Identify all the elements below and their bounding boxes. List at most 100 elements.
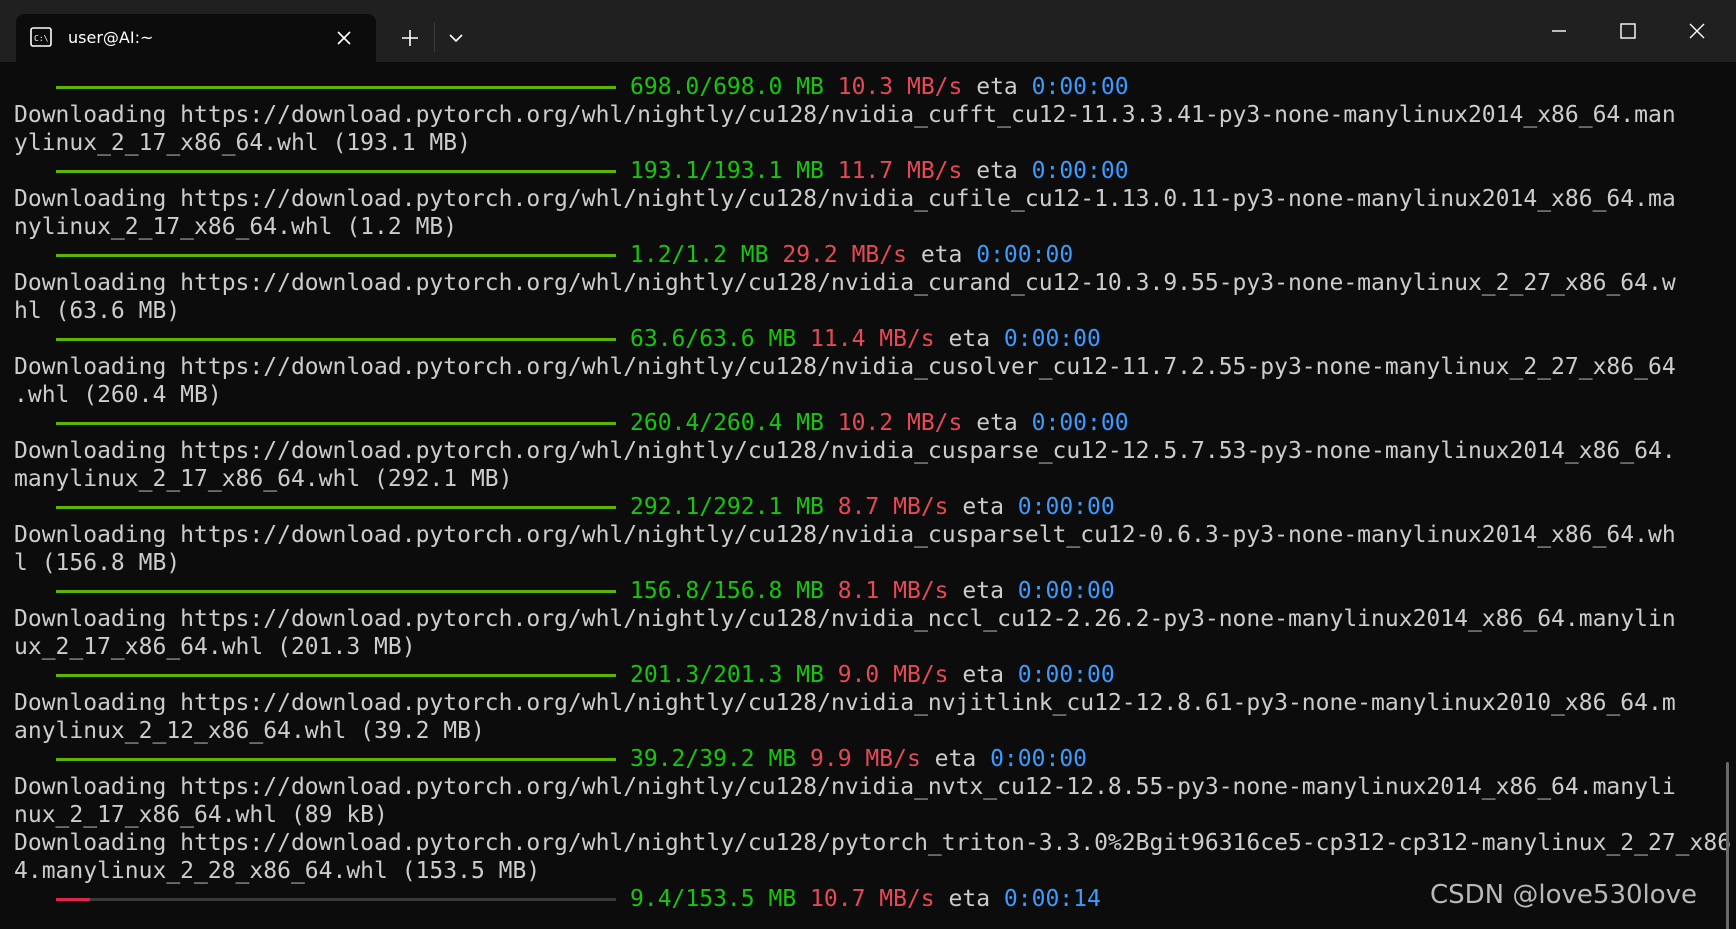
progress-bar — [56, 254, 616, 257]
progress-eta-label: eta — [962, 494, 1004, 520]
progress-stats: 193.1/193.1 MB 11.7 MB/s eta 0:00:00 — [630, 157, 1129, 185]
progress-line: 39.2/39.2 MB 9.9 MB/s eta 0:00:00 — [14, 745, 1730, 773]
watermark: CSDN @love530love — [1430, 880, 1698, 910]
progress-line: 698.0/698.0 MB 10.3 MB/s eta 0:00:00 — [14, 73, 1730, 101]
download-line: Downloading https://download.pytorch.org… — [14, 774, 1676, 800]
download-line: Downloading https://download.pytorch.org… — [14, 606, 1676, 632]
tab-separator — [434, 22, 435, 52]
chevron-down-icon[interactable] — [442, 24, 470, 52]
progress-line: 156.8/156.8 MB 8.1 MB/s eta 0:00:00 — [14, 577, 1730, 605]
download-line: Downloading https://download.pytorch.org… — [14, 186, 1676, 212]
progress-bar-fill — [56, 506, 616, 509]
close-tab-icon[interactable] — [332, 26, 356, 50]
progress-bar — [56, 590, 616, 593]
download-line: ylinux_2_17_x86_64.whl (193.1 MB) — [14, 130, 471, 156]
progress-stats: 1.2/1.2 MB 29.2 MB/s eta 0:00:00 — [630, 241, 1073, 269]
progress-size: 39.2/39.2 MB — [630, 746, 797, 772]
terminal-tab[interactable]: C:\ user@AI:~ — [16, 14, 376, 62]
terminal-output[interactable]: 698.0/698.0 MB 10.3 MB/s eta 0:00:00 Down… — [0, 62, 1730, 929]
progress-bar — [56, 506, 616, 509]
maximize-icon[interactable] — [1613, 16, 1643, 46]
download-line: Downloading https://download.pytorch.org… — [14, 438, 1676, 464]
progress-bar — [56, 674, 616, 677]
progress-eta: 0:00:00 — [1003, 326, 1101, 352]
progress-eta-label: eta — [934, 746, 977, 772]
progress-eta-label: eta — [976, 410, 1018, 436]
title-bar: C:\ user@AI:~ — [0, 0, 1736, 62]
progress-bar-fill — [56, 170, 616, 173]
progress-line: 1.2/1.2 MB 29.2 MB/s eta 0:00:00 — [14, 241, 1730, 269]
progress-line: 292.1/292.1 MB 8.7 MB/s eta 0:00:00 — [14, 493, 1730, 521]
progress-bar-fill — [56, 758, 616, 761]
progress-eta-label: eta — [948, 886, 991, 912]
tab-title: user@AI:~ — [68, 28, 154, 47]
progress-eta: 0:00:00 — [1031, 74, 1129, 100]
progress-eta: 0:00:00 — [1017, 662, 1115, 688]
progress-stats: 698.0/698.0 MB 10.3 MB/s eta 0:00:00 — [630, 73, 1129, 101]
progress-line: 193.1/193.1 MB 11.7 MB/s eta 0:00:00 — [14, 157, 1730, 185]
progress-stats: 260.4/260.4 MB 10.2 MB/s eta 0:00:00 — [630, 409, 1129, 437]
download-line: anylinux_2_12_x86_64.whl (39.2 MB) — [14, 718, 485, 744]
progress-size: 193.1/193.1 MB — [630, 158, 824, 184]
progress-size: 698.0/698.0 MB — [630, 74, 824, 100]
progress-speed: 11.7 MB/s — [837, 158, 963, 184]
minimize-icon[interactable] — [1544, 16, 1574, 46]
progress-bar — [56, 758, 616, 761]
progress-stats: 292.1/292.1 MB 8.7 MB/s eta 0:00:00 — [630, 493, 1115, 521]
progress-speed: 9.9 MB/s — [810, 746, 921, 772]
progress-speed: 9.0 MB/s — [837, 662, 949, 688]
progress-speed: 8.7 MB/s — [837, 494, 949, 520]
progress-bar-fill — [56, 422, 616, 425]
progress-bar — [56, 338, 616, 341]
download-line: Downloading https://download.pytorch.org… — [14, 830, 1730, 856]
progress-bar-fill — [56, 254, 616, 257]
progress-size: 1.2/1.2 MB — [630, 242, 769, 268]
progress-bar — [56, 86, 616, 89]
progress-bar-fill — [56, 590, 616, 593]
progress-bar-fill — [56, 674, 616, 677]
progress-size: 260.4/260.4 MB — [630, 410, 824, 436]
progress-speed: 11.4 MB/s — [810, 326, 935, 352]
progress-eta-label: eta — [948, 326, 991, 352]
progress-size: 63.6/63.6 MB — [630, 326, 797, 352]
progress-line: 201.3/201.3 MB 9.0 MB/s eta 0:00:00 — [14, 661, 1730, 689]
progress-eta: 0:00:00 — [990, 746, 1088, 772]
download-line: Downloading https://download.pytorch.org… — [14, 354, 1676, 380]
progress-eta: 0:00:14 — [1003, 886, 1101, 912]
progress-stats: 156.8/156.8 MB 8.1 MB/s eta 0:00:00 — [630, 577, 1115, 605]
terminal-icon: C:\ — [30, 27, 52, 47]
progress-stats: 201.3/201.3 MB 9.0 MB/s eta 0:00:00 — [630, 661, 1115, 689]
progress-speed: 8.1 MB/s — [837, 578, 949, 604]
download-line: l (156.8 MB) — [14, 550, 181, 576]
progress-stats: 63.6/63.6 MB 11.4 MB/s eta 0:00:00 — [630, 325, 1101, 353]
progress-size: 292.1/292.1 MB — [630, 494, 824, 520]
plus-icon[interactable] — [396, 24, 424, 52]
download-line: nux_2_17_x86_64.whl (89 kB) — [14, 802, 388, 828]
download-line: .whl (260.4 MB) — [14, 382, 222, 408]
progress-eta: 0:00:00 — [976, 242, 1074, 268]
progress-speed: 29.2 MB/s — [782, 242, 907, 268]
progress-eta: 0:00:00 — [1017, 578, 1115, 604]
download-line: Downloading https://download.pytorch.org… — [14, 522, 1676, 548]
progress-bar — [56, 898, 616, 901]
download-line: Downloading https://download.pytorch.org… — [14, 102, 1676, 128]
progress-speed: 10.7 MB/s — [810, 886, 935, 912]
progress-bar — [56, 422, 616, 425]
progress-eta: 0:00:00 — [1031, 158, 1129, 184]
progress-size: 156.8/156.8 MB — [630, 578, 824, 604]
progress-speed: 10.2 MB/s — [837, 410, 963, 436]
close-icon[interactable] — [1682, 16, 1712, 46]
progress-eta-label: eta — [962, 578, 1004, 604]
progress-line: 260.4/260.4 MB 10.2 MB/s eta 0:00:00 — [14, 409, 1730, 437]
progress-speed: 10.3 MB/s — [837, 74, 963, 100]
scrollbar[interactable] — [1726, 762, 1729, 929]
progress-eta-label: eta — [962, 662, 1004, 688]
download-line: manylinux_2_17_x86_64.whl (292.1 MB) — [14, 466, 513, 492]
svg-text:C:\: C:\ — [34, 34, 49, 43]
terminal-window: C:\ user@AI:~ 698.0/698.0 MB 10.3 MB/s e… — [0, 0, 1736, 929]
progress-bar-fill — [56, 898, 91, 901]
download-line: Downloading https://download.pytorch.org… — [14, 270, 1676, 296]
progress-line: 63.6/63.6 MB 11.4 MB/s eta 0:00:00 — [14, 325, 1730, 353]
progress-eta-label: eta — [976, 74, 1018, 100]
progress-size: 201.3/201.3 MB — [630, 662, 824, 688]
